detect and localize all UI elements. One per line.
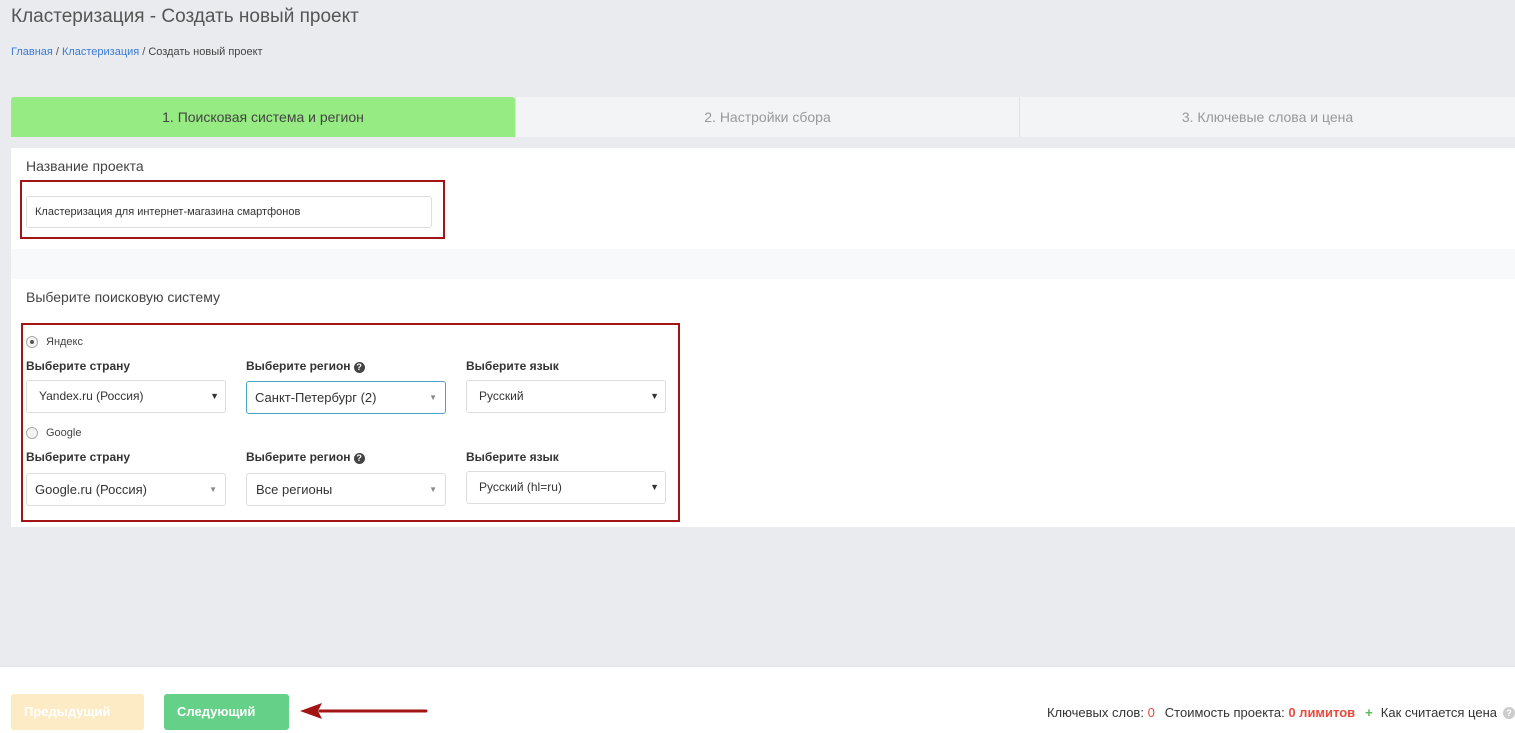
caret-down-icon: ▼	[210, 391, 219, 401]
project-cost-label: Стоимость проекта:	[1164, 705, 1285, 720]
project-name-label: Название проекта	[26, 158, 144, 174]
caret-down-icon: ▼	[650, 391, 659, 401]
breadcrumb: Главная / Кластеризация / Создать новый прое…	[11, 46, 263, 58]
google-region-value: Все регионы	[256, 482, 333, 497]
question-circle-icon[interactable]: ?	[1503, 706, 1515, 719]
yandex-language-label: Выберите язык	[466, 359, 559, 373]
wizard-footer: Предыдущий шаг Следующий шаг Ключевых сл…	[0, 666, 1515, 733]
google-radio-option[interactable]: Google	[26, 427, 81, 439]
breadcrumb-separator: /	[142, 46, 146, 58]
yandex-label: Яндекс	[46, 336, 83, 348]
wizard-steps: 1. Поисковая система и регион 2. Настрой…	[11, 97, 1515, 137]
breadcrumb-section-link[interactable]: Кластеризация	[62, 46, 139, 58]
search-engine-label: Выберите поисковую систему	[26, 289, 221, 305]
tab-step-2-collection-settings[interactable]: 2. Настройки сбора	[515, 97, 1019, 137]
yandex-country-select[interactable]: Yandex.ru (Россия) ▼	[26, 380, 226, 413]
yandex-language-value: Русский	[479, 389, 524, 403]
google-radio[interactable]	[26, 427, 38, 439]
question-circle-icon[interactable]: ?	[353, 453, 365, 464]
search-engine-panel: Выберите поисковую систему Яндекс Выбери…	[11, 279, 1515, 527]
breadcrumb-home-link[interactable]: Главная	[11, 46, 53, 58]
google-label: Google	[46, 427, 82, 439]
breadcrumb-separator: /	[55, 46, 59, 58]
next-step-button[interactable]: Следующий шаг	[164, 694, 289, 730]
caret-down-icon: ▼	[650, 482, 659, 492]
google-language-value: Русский (hl=ru)	[479, 480, 562, 494]
yandex-region-label: Выберите регион?	[246, 359, 365, 373]
yandex-region-select[interactable]: Санкт-Петербург (2) ▼	[246, 381, 446, 414]
previous-step-button[interactable]: Предыдущий шаг	[11, 694, 144, 730]
project-cost-value: 0 лимитов	[1288, 705, 1356, 720]
google-region-select[interactable]: Все регионы ▼	[246, 473, 446, 506]
question-circle-icon[interactable]: ?	[353, 362, 365, 373]
caret-down-icon: ▼	[209, 485, 217, 494]
google-region-label: Выберите регион?	[246, 450, 365, 464]
yandex-language-select[interactable]: Русский ▼	[466, 380, 666, 413]
yandex-radio-option[interactable]: Яндекс	[26, 336, 83, 348]
yandex-country-label: Выберите страну	[26, 359, 131, 373]
keywords-count-value: 0	[1147, 705, 1155, 720]
plus-icon: +	[1365, 705, 1373, 720]
keywords-count-label: Ключевых слов:	[1046, 705, 1144, 720]
breadcrumb-current: Создать новый проект	[148, 46, 263, 58]
yandex-radio[interactable]	[26, 336, 38, 348]
page-title: Кластеризация - Создать новый проект	[11, 6, 359, 27]
section-divider	[11, 249, 1515, 279]
google-country-select[interactable]: Google.ru (Россия) ▼	[26, 473, 226, 506]
how-price-link[interactable]: Как считается цена	[1381, 705, 1497, 720]
red-arrow-icon	[300, 703, 428, 719]
yandex-region-value: Санкт-Петербург (2)	[255, 390, 377, 405]
google-language-select[interactable]: Русский (hl=ru) ▼	[466, 471, 666, 504]
project-name-input[interactable]: Кластеризация для интернет-магазина смар…	[26, 196, 432, 228]
caret-down-icon: ▼	[429, 393, 437, 402]
tab-step-1-search-engine[interactable]: 1. Поисковая система и регион	[11, 97, 515, 137]
google-country-value: Google.ru (Россия)	[35, 482, 147, 497]
tab-step-3-keywords-price[interactable]: 3. Ключевые слова и цена	[1019, 97, 1515, 137]
project-name-panel: Название проекта Кластеризация для интер…	[11, 148, 1515, 249]
project-stats: Ключевых слов: 0 Стоимость проекта: 0 ли…	[1047, 705, 1515, 720]
google-country-label: Выберите страну	[26, 450, 131, 464]
caret-down-icon: ▼	[429, 485, 437, 494]
google-language-label: Выберите язык	[466, 450, 559, 464]
yandex-country-value: Yandex.ru (Россия)	[39, 389, 144, 403]
